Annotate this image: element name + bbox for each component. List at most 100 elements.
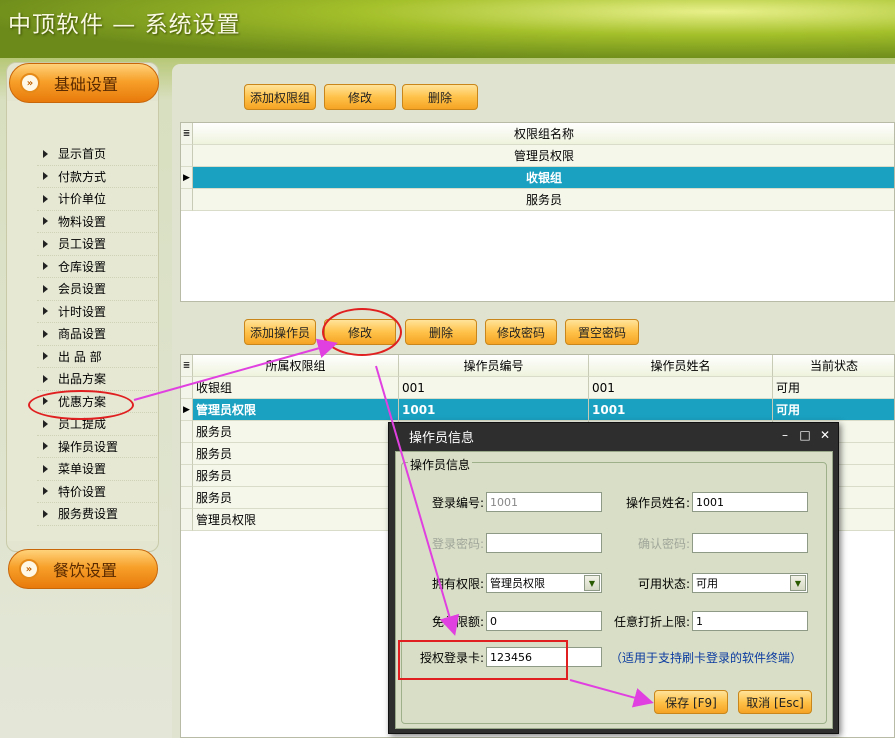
save-button[interactable]: 保存 [F9] (654, 690, 728, 714)
cancel-button[interactable]: 取消 [Esc] (738, 690, 812, 714)
status-select[interactable]: 可用 ▼ (692, 573, 808, 593)
column-header[interactable]: 当前状态 (773, 355, 894, 377)
sidebar-section-basic[interactable]: » 基础设置 (9, 63, 159, 103)
triangle-right-icon (43, 442, 48, 451)
grid-menu-icon[interactable]: ≣ (181, 355, 193, 377)
row-indicator (181, 487, 193, 509)
app-title: 中顶软件 — 系统设置 (8, 12, 241, 38)
sidebar-item-label: 特价设置 (58, 484, 107, 499)
triangle-right-icon (43, 239, 48, 248)
sidebar-item[interactable]: 特价设置 (37, 481, 157, 503)
annotation-circle-edit-button (322, 308, 402, 356)
sidebar-list: 显示首页付款方式计价单位物料设置员工设置仓库设置会员设置计时设置商品设置出 品 … (37, 143, 157, 526)
triangle-right-icon (43, 374, 48, 383)
table-cell[interactable]: 服务员 (193, 465, 399, 487)
table-row[interactable]: ▶ 收银组 (181, 167, 894, 189)
password-input[interactable] (486, 533, 602, 553)
delete-group-button[interactable]: 删除 (402, 84, 478, 110)
table-cell[interactable]: 收银组 (193, 377, 399, 399)
sidebar: 显示首页付款方式计价单位物料设置员工设置仓库设置会员设置计时设置商品设置出 品 … (6, 62, 159, 552)
add-operator-button[interactable]: 添加操作员 (244, 319, 316, 345)
free-limit-input[interactable]: 0 (486, 611, 602, 631)
sidebar-item[interactable]: 物料设置 (37, 211, 157, 233)
row-indicator (181, 465, 193, 487)
operator-name-input[interactable]: 1001 (692, 492, 808, 512)
login-no-input[interactable]: 1001 (486, 492, 602, 512)
table-cell[interactable]: 收银组 (193, 167, 894, 189)
sidebar-item[interactable]: 会员设置 (37, 278, 157, 301)
sidebar-item-label: 商品设置 (58, 327, 107, 342)
change-password-button[interactable]: 修改密码 (485, 319, 557, 345)
sidebar-item[interactable]: 商品设置 (37, 323, 157, 346)
sidebar-item[interactable]: 计价单位 (37, 188, 157, 211)
sidebar-item-label: 会员设置 (58, 282, 107, 297)
table-cell[interactable]: 服务员 (193, 421, 399, 443)
permission-select[interactable]: 管理员权限 ▼ (486, 573, 602, 593)
sidebar-item-label: 仓库设置 (58, 259, 107, 274)
table-cell[interactable]: 1001 (589, 399, 773, 421)
column-header[interactable]: 权限组名称 (193, 123, 894, 145)
operator-name-label: 操作员姓名: (625, 496, 690, 510)
minimize-icon[interactable]: – (777, 427, 793, 443)
column-header[interactable]: 操作员编号 (399, 355, 589, 377)
add-group-button[interactable]: 添加权限组 (244, 84, 316, 110)
table-row[interactable]: 管理员权限 (181, 145, 894, 167)
delete-operator-button[interactable]: 删除 (405, 319, 477, 345)
triangle-right-icon (43, 352, 48, 361)
permission-value: 管理员权限 (490, 577, 545, 590)
sidebar-section-label: 基础设置 (54, 75, 119, 94)
sidebar-item[interactable]: 显示首页 (37, 143, 157, 166)
table-cell[interactable]: 管理员权限 (193, 145, 894, 167)
table-cell[interactable]: 服务员 (193, 487, 399, 509)
sidebar-item-label: 付款方式 (58, 169, 107, 184)
column-header[interactable]: 所属权限组 (193, 355, 399, 377)
table-row[interactable]: 服务员 (181, 189, 894, 211)
table-cell[interactable]: 服务员 (193, 443, 399, 465)
discount-limit-input[interactable]: 1 (692, 611, 808, 631)
table-row[interactable]: 收银组 001 001 可用 (181, 377, 894, 399)
edit-group-button[interactable]: 修改 (324, 84, 396, 110)
group-grid: ≣ 权限组名称 管理员权限 ▶ 收银组 服务员 (180, 122, 895, 302)
row-indicator (181, 443, 193, 465)
sidebar-item-label: 显示首页 (58, 147, 107, 162)
confirm-password-input[interactable] (692, 533, 808, 553)
table-cell[interactable]: 服务员 (193, 189, 894, 211)
table-row[interactable]: ▶ 管理员权限 1001 1001 可用 (181, 399, 894, 421)
sidebar-item-label: 出 品 部 (58, 349, 102, 364)
sidebar-item[interactable]: 出 品 部 (37, 346, 157, 368)
table-cell[interactable]: 可用 (773, 399, 894, 421)
table-cell[interactable]: 1001 (399, 399, 589, 421)
triangle-right-icon (43, 172, 48, 181)
sidebar-item[interactable]: 服务费设置 (37, 503, 157, 526)
table-cell[interactable]: 管理员权限 (193, 399, 399, 421)
sidebar-item[interactable]: 菜单设置 (37, 458, 157, 481)
column-header[interactable]: 操作员姓名 (589, 355, 773, 377)
sidebar-item[interactable]: 计时设置 (37, 301, 157, 323)
sidebar-item[interactable]: 出品方案 (37, 368, 157, 391)
sidebar-item[interactable]: 操作员设置 (37, 436, 157, 458)
close-icon[interactable]: ✕ (817, 427, 833, 443)
row-indicator (181, 189, 193, 211)
maximize-icon[interactable]: □ (797, 427, 813, 443)
operator-dialog: 操作员信息 – □ ✕ 操作员信息 登录编号: 1001 操作员姓名: 1001… (388, 422, 839, 734)
row-pointer-icon: ▶ (181, 167, 193, 189)
grid-menu-icon[interactable]: ≣ (181, 123, 193, 145)
table-cell[interactable]: 可用 (773, 377, 894, 399)
table-cell[interactable]: 001 (399, 377, 589, 399)
table-cell[interactable]: 管理员权限 (193, 509, 399, 531)
sidebar-item[interactable]: 付款方式 (37, 166, 157, 188)
auth-card-hint: （适用于支持刷卡登录的软件终端） (610, 651, 803, 665)
sidebar-section-catering[interactable]: » 餐饮设置 (8, 549, 158, 589)
row-pointer-icon: ▶ (181, 399, 193, 421)
sidebar-item[interactable]: 员工设置 (37, 233, 157, 256)
sidebar-item[interactable]: 仓库设置 (37, 256, 157, 278)
sidebar-item-label: 物料设置 (58, 214, 107, 229)
triangle-right-icon (43, 329, 48, 338)
sidebar-item-label: 菜单设置 (58, 462, 107, 477)
chevron-down-icon[interactable]: ▼ (790, 575, 806, 591)
clear-password-button[interactable]: 置空密码 (565, 319, 639, 345)
chevron-down-icon[interactable]: ▼ (584, 575, 600, 591)
row-indicator (181, 145, 193, 167)
table-cell[interactable]: 001 (589, 377, 773, 399)
sidebar-item-label: 服务费设置 (58, 507, 119, 522)
